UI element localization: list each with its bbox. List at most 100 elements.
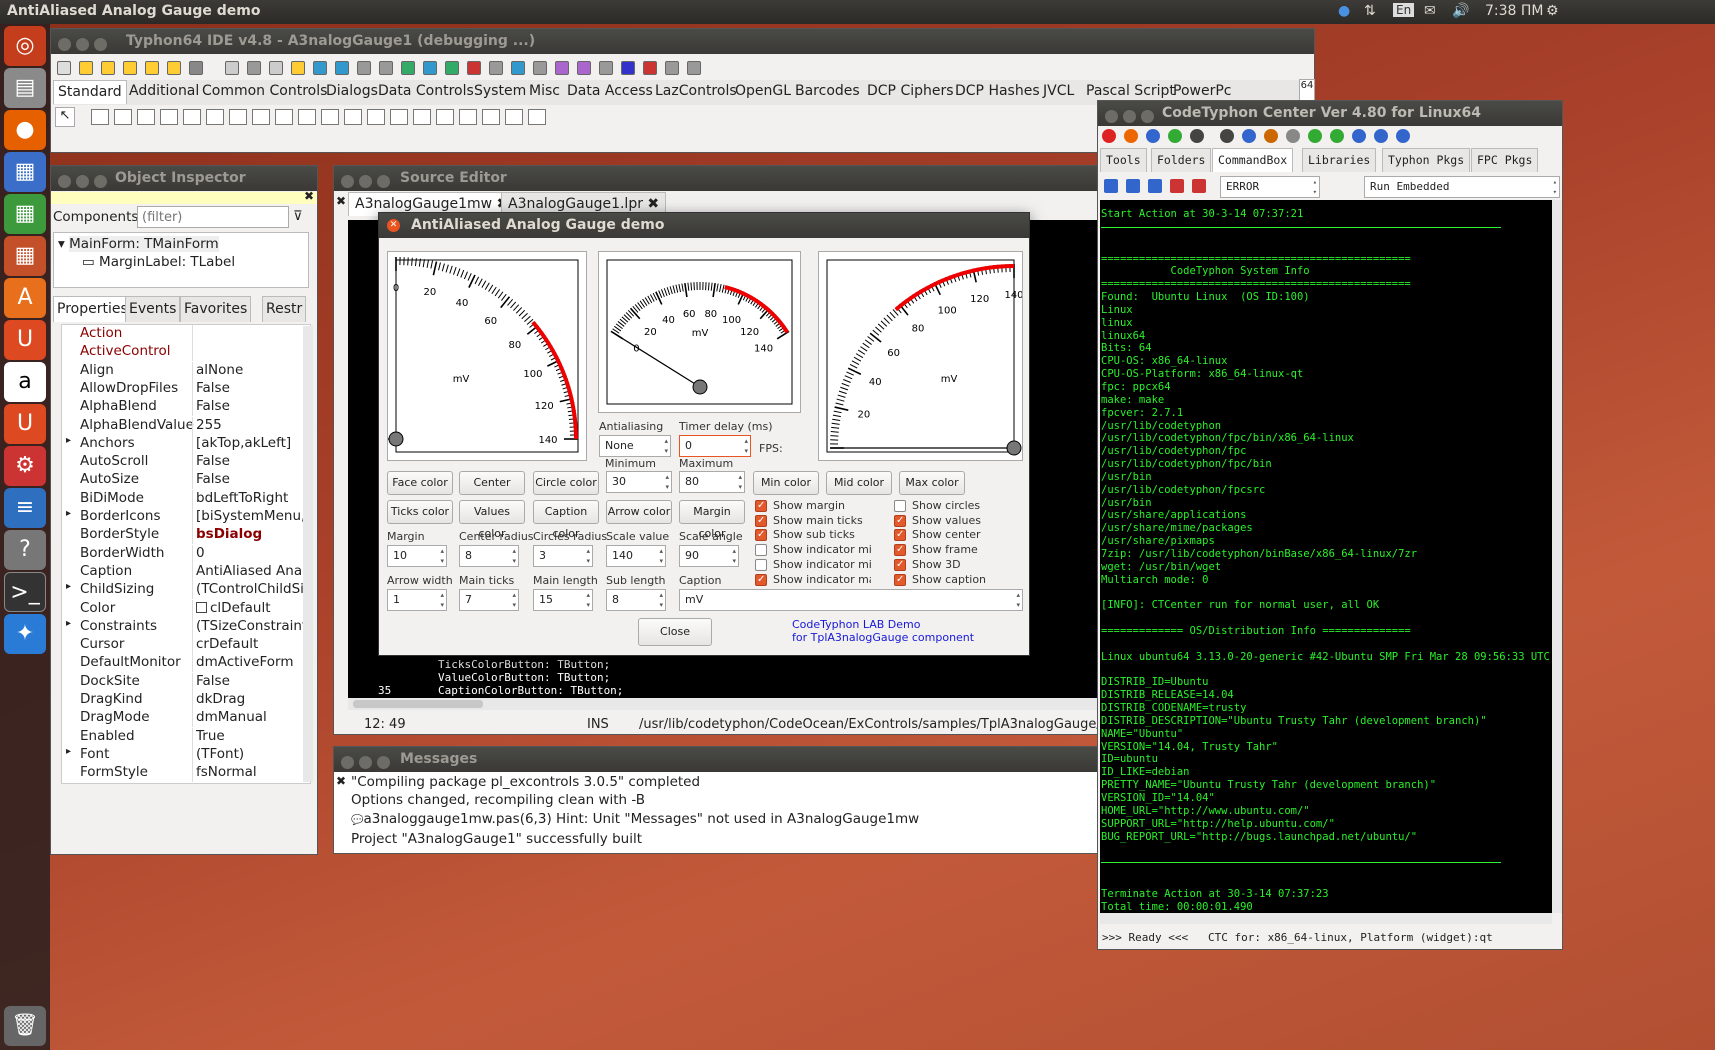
property-row[interactable]: Caption AntiAliased Analog: [62, 562, 310, 581]
ctc-tab-fpc-pkgs[interactable]: FPC Pkgs: [1471, 148, 1539, 172]
palette-tab-common-controls[interactable]: Common Controls: [198, 80, 331, 104]
palette-tab-barcodes[interactable]: Barcodes: [791, 80, 864, 104]
toolbar-button-icon[interactable]: [79, 61, 93, 75]
palette-tab-opengl[interactable]: OpenGL: [731, 80, 795, 104]
property-row[interactable]: ▸ BorderIcons [biSystemMenu,biM: [62, 508, 310, 526]
toolbar-button-icon[interactable]: [511, 61, 525, 75]
trash-icon[interactable]: 🗑: [4, 1006, 46, 1046]
component-icon[interactable]: [367, 109, 385, 125]
component-icon[interactable]: [229, 109, 247, 125]
checkbox-show-sub-ticks[interactable]: Show sub ticks: [755, 528, 871, 542]
toolbar-button-icon[interactable]: [357, 61, 371, 75]
color-button-values-color[interactable]: Values color: [459, 500, 525, 540]
toolbar-button-icon[interactable]: [313, 61, 327, 75]
property-row[interactable]: AlphaBlend False: [62, 398, 310, 417]
checkbox-box[interactable]: [894, 573, 906, 587]
component-icon[interactable]: [528, 109, 546, 125]
property-row[interactable]: ▸ Constraints (TSizeConstraints): [62, 617, 310, 636]
property-row[interactable]: DefaultMonitor dmActiveForm: [62, 654, 310, 673]
component-icon[interactable]: [436, 109, 454, 125]
ctc-tool-icon[interactable]: [1168, 129, 1182, 143]
close-icon[interactable]: ✕: [387, 219, 400, 232]
expand-icon[interactable]: ▸: [66, 435, 71, 446]
toolbar-button-icon[interactable]: [145, 61, 159, 75]
toolbar-button-icon[interactable]: [379, 61, 393, 75]
checkbox-box[interactable]: [755, 514, 767, 528]
palette-tab-dialogs[interactable]: Dialogs: [322, 80, 382, 104]
field-input[interactable]: 7: [459, 589, 519, 611]
checkbox-show-indicator-minimum[interactable]: Show indicator minimum: [755, 543, 871, 557]
typhon-ide-icon[interactable]: ✦: [4, 614, 46, 654]
software-center-icon[interactable]: A: [4, 278, 46, 318]
field-input[interactable]: 140: [606, 545, 666, 567]
checkbox-show-indicator-maximum[interactable]: Show indicator maximum: [755, 573, 871, 587]
toolbar-button-icon[interactable]: [189, 61, 203, 75]
settings-icon[interactable]: ⚙: [4, 446, 46, 486]
toolbar-button-icon[interactable]: [269, 61, 283, 75]
toolbar-button-icon[interactable]: [247, 61, 261, 75]
checkbox-show-center[interactable]: Show center: [894, 528, 981, 542]
message-line[interactable]: Project "A3nalogGauge1" successfully bui…: [351, 830, 919, 848]
help-icon[interactable]: ?: [4, 530, 46, 570]
toolbar-button-icon[interactable]: [445, 61, 459, 75]
component-icon[interactable]: [298, 109, 316, 125]
toolbar-button-icon[interactable]: [423, 61, 437, 75]
checkbox-show-indicator-mid[interactable]: Show indicator mid: [755, 558, 871, 572]
ctc-tool-icon[interactable]: [1124, 129, 1138, 143]
ctc-subtool-icon[interactable]: [1104, 179, 1118, 193]
gear-icon[interactable]: ⚙: [1546, 3, 1559, 19]
property-row[interactable]: ▸ Anchors [akTop,akLeft]: [62, 434, 310, 453]
palette-tab-data-access[interactable]: Data Access: [563, 80, 657, 104]
property-row[interactable]: BiDiMode bdLeftToRight: [62, 489, 310, 508]
expand-icon[interactable]: ▸: [66, 508, 71, 519]
property-row[interactable]: AutoScroll False: [62, 453, 310, 472]
ctc-tool-icon[interactable]: [1102, 129, 1116, 143]
property-scrollbar[interactable]: [303, 326, 313, 782]
toolbar-button-icon[interactable]: [123, 61, 137, 75]
field-input[interactable]: 15: [533, 589, 593, 611]
field-input[interactable]: 8: [459, 545, 519, 567]
property-row[interactable]: AutoSize False: [62, 471, 310, 490]
palette-tab-lazcontrols[interactable]: LazControls: [651, 80, 741, 104]
checkbox-box[interactable]: [894, 500, 906, 512]
tab-restr[interactable]: Restr: [262, 296, 307, 322]
ctc-hscrollbar[interactable]: [1100, 913, 1552, 924]
ctc-tool-icon[interactable]: [1242, 129, 1256, 143]
color-button-face-color[interactable]: Face color: [387, 471, 453, 495]
property-row[interactable]: ActiveControl: [62, 343, 310, 362]
maximum-input[interactable]: 80: [679, 471, 745, 493]
component-icon[interactable]: [390, 109, 408, 125]
toolbar-button-icon[interactable]: [489, 61, 503, 75]
field-input[interactable]: 8: [606, 589, 666, 611]
property-row[interactable]: Color clDefault: [62, 599, 310, 618]
writer-icon[interactable]: ▦: [4, 152, 46, 192]
component-icon[interactable]: [275, 109, 293, 125]
close-icon[interactable]: ✖: [336, 194, 346, 208]
minimum-input[interactable]: 30: [606, 471, 672, 493]
property-value[interactable]: (TFont): [196, 746, 310, 762]
checkbox-show-3d[interactable]: Show 3D: [894, 558, 961, 572]
timer-delay-input[interactable]: 0: [679, 435, 751, 457]
color-button-arrow-color[interactable]: Arrow color: [606, 500, 672, 524]
expand-icon[interactable]: ▸: [66, 746, 71, 757]
close-button[interactable]: Close: [638, 618, 712, 646]
color-button-min-color[interactable]: Min color: [753, 471, 819, 495]
property-row[interactable]: DragKind dkDrag: [62, 691, 310, 709]
property-row[interactable]: BorderStyle bsDialog: [62, 526, 310, 545]
checkbox-show-caption[interactable]: Show caption: [894, 573, 986, 587]
checkbox-show-circles[interactable]: Show circles: [894, 499, 980, 513]
property-row[interactable]: BorderWidth 0: [62, 544, 310, 563]
tree-item-marginlabel[interactable]: ▭ MarginLabel: TLabel: [82, 254, 235, 270]
checkbox-box[interactable]: [894, 543, 906, 557]
field-input[interactable]: 90: [679, 545, 739, 567]
ctc-tool-icon[interactable]: [1286, 129, 1300, 143]
ctc-tool-icon[interactable]: [1330, 129, 1344, 143]
antialiasing-select[interactable]: None: [599, 435, 671, 457]
tree-item-mainform[interactable]: ▾ MainForm: TMainForm: [58, 236, 219, 252]
checkbox-show-frame[interactable]: Show frame: [894, 543, 978, 557]
property-value[interactable]: False: [196, 380, 310, 396]
dash-icon[interactable]: ◎: [4, 26, 46, 66]
color-button-center-color[interactable]: Center color: [459, 471, 525, 511]
toolbar-button-icon[interactable]: [101, 61, 115, 75]
toolbar-button-icon[interactable]: [665, 61, 679, 75]
